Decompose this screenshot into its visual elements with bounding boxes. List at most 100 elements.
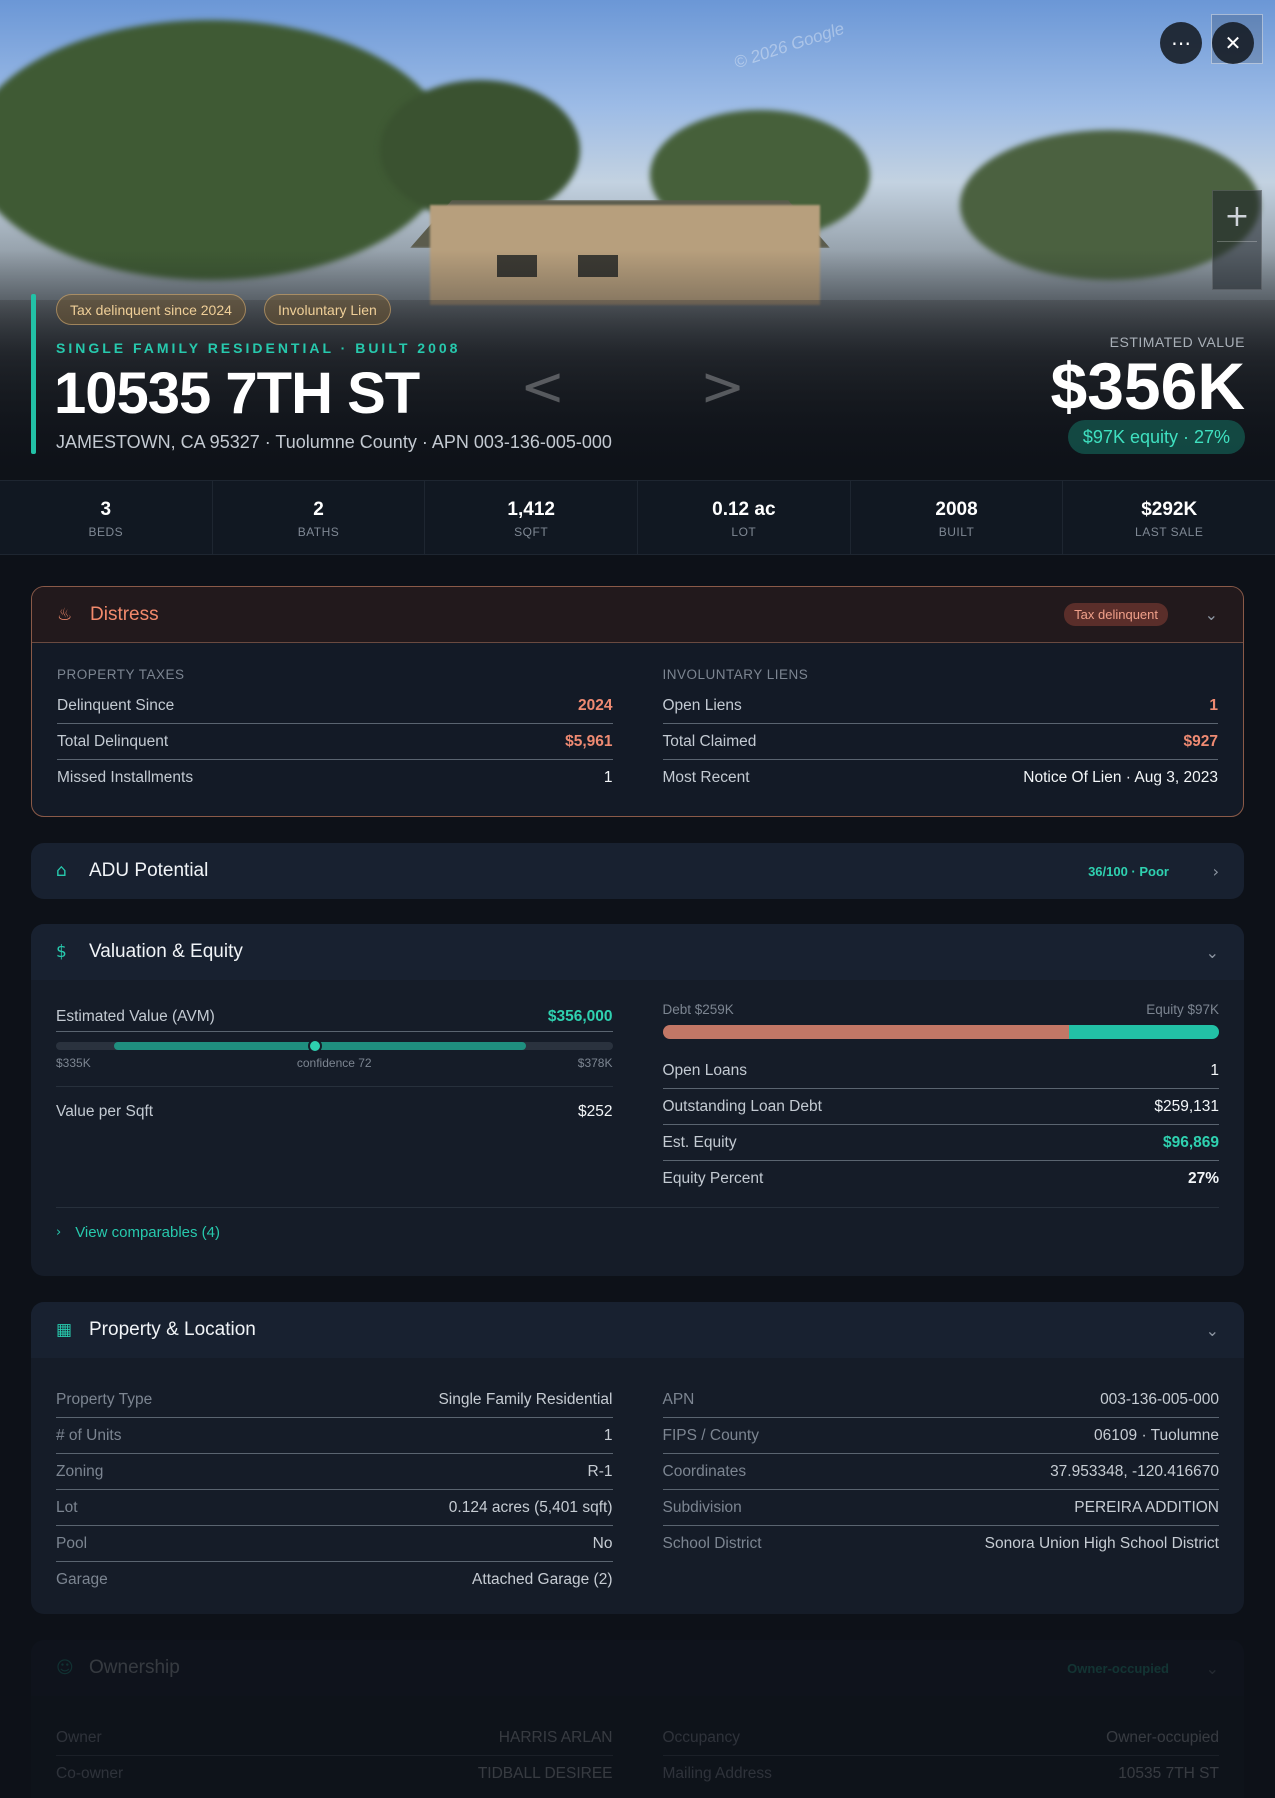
zoom-out-button[interactable] [1213, 242, 1261, 292]
value-per-sqft-row: Value per Sqft $252 [56, 1087, 613, 1137]
stat-baths: 2 BATHS [213, 481, 426, 554]
involuntary-lien-badge: Involuntary Lien [264, 294, 391, 325]
row-value: Attached Garage (2) [472, 1571, 613, 1588]
chevron-down-icon[interactable]: ⌄ [1193, 1659, 1219, 1678]
ownership-card: ☺ Ownership Owner-occupied ⌄ Owner HARRIS… [31, 1640, 1244, 1798]
open-liens-row: Open Liens 1 [662, 688, 1218, 724]
row-value: PEREIRA ADDITION [1074, 1498, 1219, 1516]
more-options-button[interactable]: ⋯ [1160, 22, 1202, 64]
row-value: TIDBALL DESIREE [477, 1765, 613, 1782]
row-value: $5,961 [565, 732, 613, 750]
avm-confidence: confidence 72 [296, 1056, 372, 1070]
equity-segment [1068, 1025, 1219, 1039]
row-value: $96,869 [1162, 1133, 1219, 1151]
stat-label: BEDS [88, 525, 124, 539]
stat-label: SQFT [514, 525, 549, 539]
row-value: $927 [1183, 732, 1218, 750]
chevron-down-icon[interactable]: ⌄ [1192, 605, 1218, 624]
stat-beds: 3 BEDS [0, 481, 213, 554]
row-key: Open Loans [662, 1061, 747, 1079]
dollar-icon: $ [56, 942, 67, 962]
distress-title: Distress [90, 603, 159, 625]
valuation-card: $ Valuation & Equity ⌄ Estimated Value (… [31, 924, 1244, 1276]
zoom-in-button[interactable]: + [1213, 191, 1261, 241]
row-key: Pool [56, 1534, 88, 1552]
zoom-controls: + [1212, 190, 1262, 290]
row-key: Co-owner [56, 1765, 124, 1782]
next-view-arrow[interactable]: > [700, 355, 745, 418]
property-right-column: APN 003-136-005-000 FIPS / County 06109 · … [662, 1382, 1219, 1598]
chevron-right-icon[interactable]: › [1193, 862, 1219, 881]
valuation-header[interactable]: $ Valuation & Equity ⌄ [31, 924, 1244, 980]
valuation-body: Estimated Value (AVM) $356,000 $335K conf… [31, 980, 1244, 1207]
valuation-title: Valuation & Equity [89, 941, 243, 962]
row-key: Lot [56, 1498, 78, 1516]
avm-scale: $335K confidence 72 $378K [56, 1056, 613, 1070]
row-key: Open Liens [662, 696, 742, 714]
stat-value: 2 [313, 499, 324, 520]
debt-segment [662, 1025, 1069, 1039]
stat-built: 2008 BUILT [851, 481, 1064, 554]
units-row: # of Units 1 [56, 1418, 613, 1454]
property-left-column: Property Type Single Family Residential #… [56, 1382, 613, 1598]
equity-label: Equity $97K [1146, 1002, 1219, 1017]
row-key: # of Units [56, 1426, 122, 1444]
est-equity-row: Est. Equity $96,869 [662, 1125, 1219, 1161]
row-value: 27% [1187, 1170, 1219, 1187]
ownership-header[interactable]: ☺ Ownership Owner-occupied ⌄ [31, 1640, 1244, 1696]
flame-icon: ♨ [57, 604, 73, 625]
property-header[interactable]: ▦ Property & Location ⌄ [31, 1302, 1244, 1358]
zoning-row: Zoning R-1 [56, 1454, 613, 1490]
property-body: Property Type Single Family Residential #… [31, 1358, 1244, 1608]
adu-header[interactable]: ⌂ ADU Potential 36/100 · Poor › [31, 843, 1244, 899]
row-key: Coordinates [662, 1462, 747, 1480]
row-value: HARRIS ARLAN [498, 1728, 613, 1746]
coordinates-row: Coordinates 37.953348, -120.416670 [662, 1454, 1219, 1490]
property-type-row: Property Type Single Family Residential [56, 1382, 613, 1418]
row-value: $252 [578, 1103, 613, 1120]
fips-county-row: FIPS / County 06109 · Tuolumne [662, 1418, 1219, 1454]
prev-view-arrow[interactable]: < [520, 355, 565, 418]
occupancy-row: Occupancy Owner-occupied [662, 1720, 1219, 1756]
row-key: Missed Installments [57, 769, 194, 786]
row-key: Delinquent Since [57, 696, 175, 714]
involuntary-liens-label: INVOLUNTARY LIENS [662, 667, 809, 682]
avm-marker [308, 1039, 323, 1053]
avm-low: $335K [56, 1056, 91, 1070]
row-value: Owner-occupied [1106, 1728, 1219, 1746]
hero-photo-foliage [380, 80, 580, 220]
home-icon: ⌂ [56, 861, 67, 881]
stat-label: LAST SALE [1135, 525, 1204, 539]
open-loans-row: Open Loans 1 [662, 1053, 1219, 1089]
stat-label: BATHS [297, 525, 340, 539]
row-value: 2024 [578, 696, 613, 714]
row-key: Total Claimed [662, 732, 757, 750]
debt-equity-column: Debt $259K Equity $97K Open Loans 1 Outst… [662, 1002, 1220, 1197]
chevron-down-icon[interactable]: ⌄ [1193, 943, 1219, 962]
property-kicker: SINGLE FAMILY RESIDENTIAL · BUILT 2008 [56, 340, 461, 356]
ownership-left-column: Owner HARRIS ARLAN Co-owner TIDBALL DESIRE… [56, 1720, 613, 1792]
building-icon: ▦ [56, 1320, 73, 1340]
avm-row: Estimated Value (AVM) $356,000 [56, 1002, 613, 1032]
chevron-down-icon[interactable]: ⌄ [1193, 1321, 1219, 1340]
row-key: Outstanding Loan Debt [662, 1097, 822, 1115]
stat-value: $292K [1141, 499, 1198, 520]
row-value: 003-136-005-000 [1100, 1390, 1219, 1408]
lot-row: Lot 0.124 acres (5,401 sqft) [56, 1490, 613, 1526]
debt-equity-labels: Debt $259K Equity $97K [663, 1002, 1220, 1017]
row-key: Equity Percent [662, 1170, 764, 1187]
adu-card[interactable]: ⌂ ADU Potential 36/100 · Poor › [31, 843, 1244, 899]
property-taxes-label: PROPERTY TAXES [57, 667, 185, 682]
co-owner-row: Co-owner TIDBALL DESIREE [56, 1756, 613, 1792]
stat-value: 0.12 ac [712, 499, 776, 520]
total-delinquent-row: Total Delinquent $5,961 [57, 724, 613, 760]
debt-equity-bar [662, 1025, 1220, 1039]
distress-header[interactable]: ♨ Distress Tax delinquent ⌄ [32, 587, 1243, 643]
pool-row: Pool No [56, 1526, 613, 1562]
map-watermark: © 2026 Google [731, 18, 847, 73]
view-comparables-link[interactable]: › View comparables (4) [31, 1208, 1244, 1257]
close-button[interactable]: ✕ [1212, 22, 1254, 64]
garage-row: Garage Attached Garage (2) [56, 1562, 613, 1598]
row-key: Total Delinquent [57, 732, 169, 750]
estimated-value: $356K [1050, 349, 1246, 423]
